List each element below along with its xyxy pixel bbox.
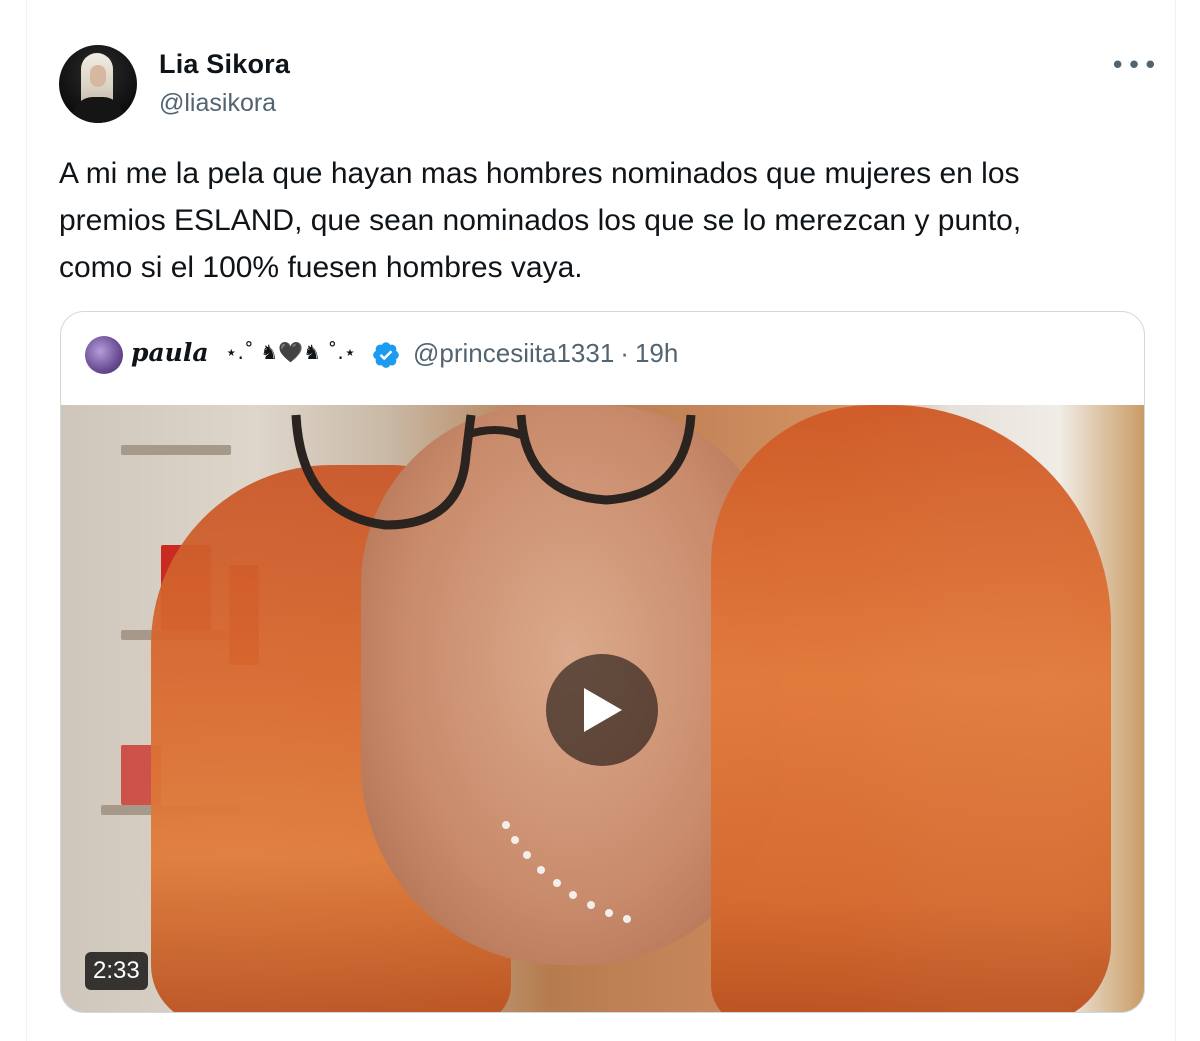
author-handle[interactable]: @liasikora bbox=[159, 89, 276, 118]
quoted-author-name[interactable]: paula bbox=[131, 338, 209, 367]
quoted-time[interactable]: 19h bbox=[635, 338, 678, 368]
tweet-text-line: premios ESLAND, que sean nominados los q… bbox=[59, 204, 1022, 237]
video-glasses bbox=[291, 414, 696, 530]
author-avatar[interactable] bbox=[59, 45, 137, 123]
avatar-body bbox=[73, 97, 123, 123]
play-icon bbox=[584, 688, 622, 732]
quoted-meta: @princesiita1331 · 19h bbox=[413, 338, 678, 369]
avatar-face bbox=[90, 65, 106, 87]
video-hair-right bbox=[711, 405, 1111, 1012]
more-icon[interactable]: ••• bbox=[1110, 52, 1158, 80]
video-necklace bbox=[502, 821, 631, 923]
tweet-text-line: A mi me la pela que hayan mas hombres no… bbox=[59, 157, 1020, 190]
quoted-name-decoration: ⋆.˚ ♞🖤♞ ˚.⋆ bbox=[225, 340, 357, 364]
quoted-author-handle[interactable]: @princesiita1331 bbox=[413, 338, 614, 368]
tweet-text-line: como si el 100% fuesen hombres vaya. bbox=[59, 251, 583, 284]
tweet-text: A mi me la pela que hayan mas hombres no… bbox=[59, 150, 1149, 291]
meta-separator: · bbox=[620, 338, 629, 368]
quoted-tweet[interactable]: paula ⋆.˚ ♞🖤♞ ˚.⋆ @princesiita1331·19h bbox=[60, 311, 1145, 1013]
video-player[interactable]: 2:33 bbox=[61, 405, 1144, 1012]
video-duration: 2:33 bbox=[85, 952, 148, 990]
play-button[interactable] bbox=[546, 654, 658, 766]
author-name[interactable]: Lia Sikora bbox=[159, 49, 290, 80]
quoted-author-avatar[interactable] bbox=[85, 336, 123, 374]
shelf bbox=[121, 445, 231, 455]
verified-icon bbox=[373, 342, 399, 368]
